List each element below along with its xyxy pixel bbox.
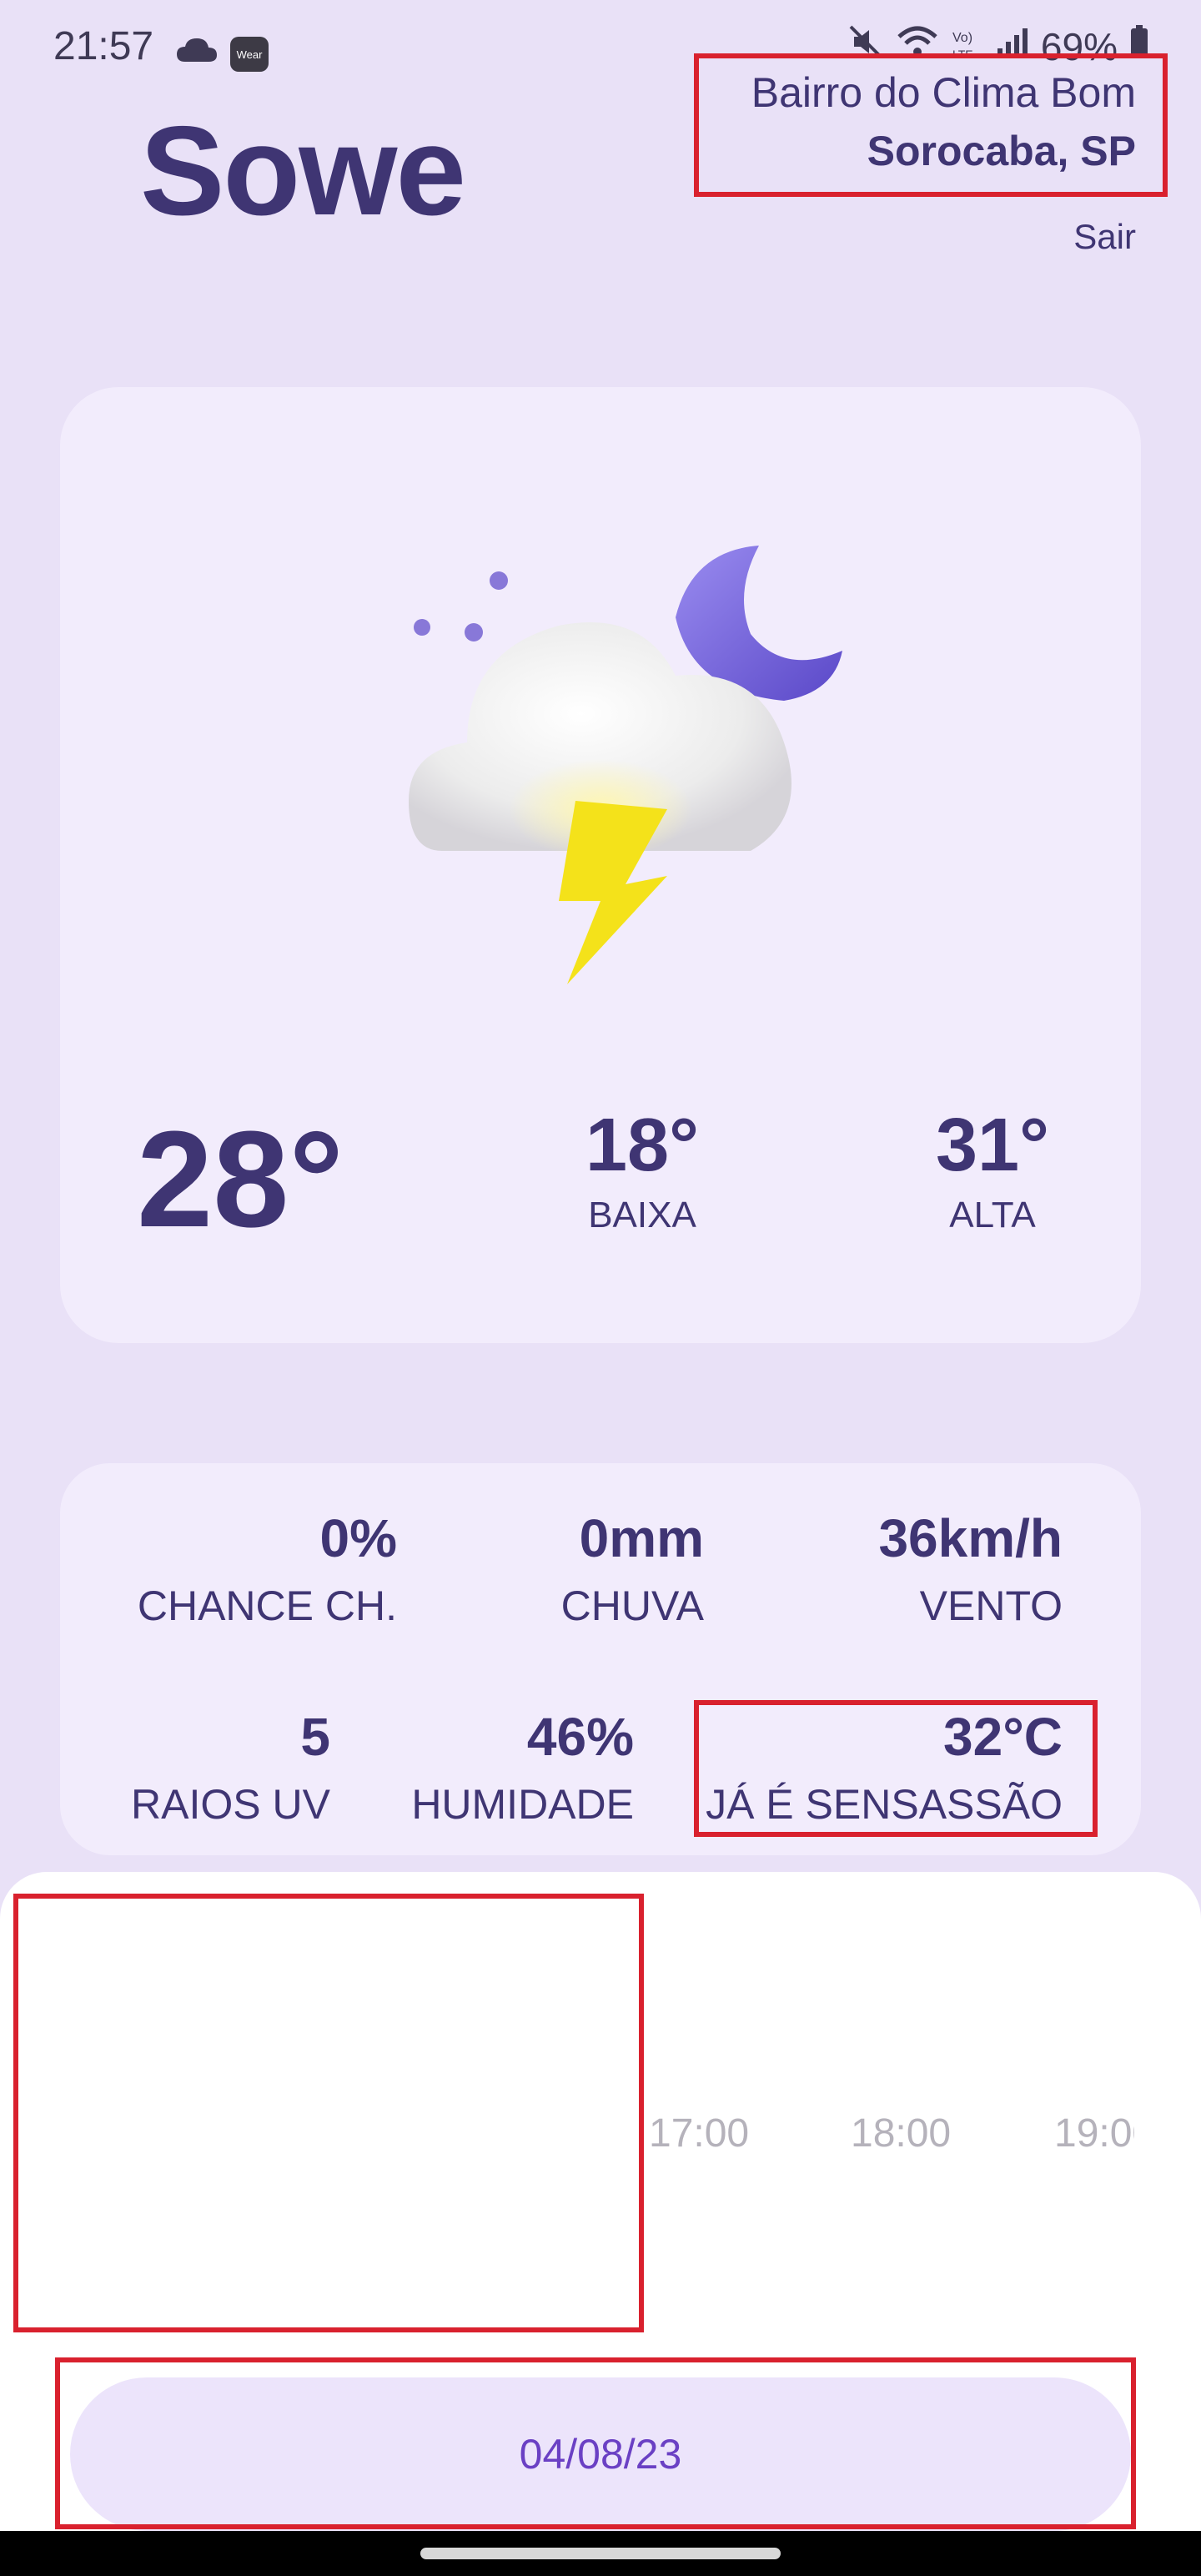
status-time: 21:57 bbox=[53, 24, 154, 68]
rain-chance-label: CHANCE CH. bbox=[137, 1582, 397, 1629]
low-temperature-label: BAIXA bbox=[588, 1195, 696, 1235]
uv-metric: 5 RAIOS UV bbox=[131, 1710, 330, 1829]
hourly-list[interactable]: 17:00 18:00 19:00 bbox=[647, 2102, 1134, 2169]
app-title: Sowe bbox=[140, 100, 466, 242]
high-temperature-value: 31° bbox=[935, 1104, 1050, 1187]
city-label: Sorocaba, SP bbox=[867, 128, 1136, 174]
rain-amount-value: 0mm bbox=[579, 1508, 704, 1568]
rain-chance-value: 0% bbox=[319, 1508, 398, 1568]
feels-like-label: JÁ É SENSASSÃO bbox=[706, 1781, 1063, 1828]
hour-item[interactable]: 19:00 bbox=[1054, 2111, 1134, 2156]
humidity-metric: 46% HUMIDADE bbox=[411, 1710, 634, 1829]
cloud-icon bbox=[175, 35, 219, 68]
home-gesture-handle[interactable] bbox=[420, 2548, 781, 2559]
neighborhood-label: Bairro do Clima Bom bbox=[751, 69, 1136, 116]
date-highlight bbox=[55, 2357, 1136, 2529]
humidity-value: 46% bbox=[526, 1707, 634, 1767]
wear-badge-icon: Wear bbox=[230, 37, 269, 72]
current-temperature: 28° bbox=[137, 1103, 344, 1255]
feels-like-value: 32°C bbox=[943, 1707, 1063, 1767]
uv-label: RAIOS UV bbox=[131, 1781, 330, 1828]
thunderstorm-night-icon bbox=[392, 534, 859, 1001]
rain-amount-metric: 0mm CHUVA bbox=[561, 1512, 704, 1630]
logout-link[interactable]: Sair bbox=[1073, 217, 1136, 257]
wind-label: VENTO bbox=[919, 1582, 1063, 1629]
low-temperature: 18° BAIXA bbox=[567, 1108, 717, 1236]
empty-forecast-highlight bbox=[13, 1894, 644, 2332]
wind-value: 36km/h bbox=[878, 1508, 1063, 1568]
uv-value: 5 bbox=[300, 1707, 330, 1767]
humidity-label: HUMIDADE bbox=[411, 1781, 634, 1828]
rain-chance-metric: 0% CHANCE CH. bbox=[138, 1512, 397, 1630]
high-temperature: 31° ALTA bbox=[917, 1108, 1068, 1236]
wind-metric: 36km/h VENTO bbox=[878, 1512, 1063, 1630]
hour-item[interactable]: 17:00 bbox=[649, 2111, 749, 2156]
rain-amount-label: CHUVA bbox=[560, 1582, 704, 1629]
low-temperature-value: 18° bbox=[585, 1104, 700, 1187]
high-temperature-label: ALTA bbox=[949, 1195, 1036, 1235]
hour-item[interactable]: 18:00 bbox=[851, 2111, 951, 2156]
svg-text:Vo): Vo) bbox=[952, 31, 972, 45]
feels-like-metric: 32°C JÁ É SENSASSÃO bbox=[706, 1710, 1063, 1829]
